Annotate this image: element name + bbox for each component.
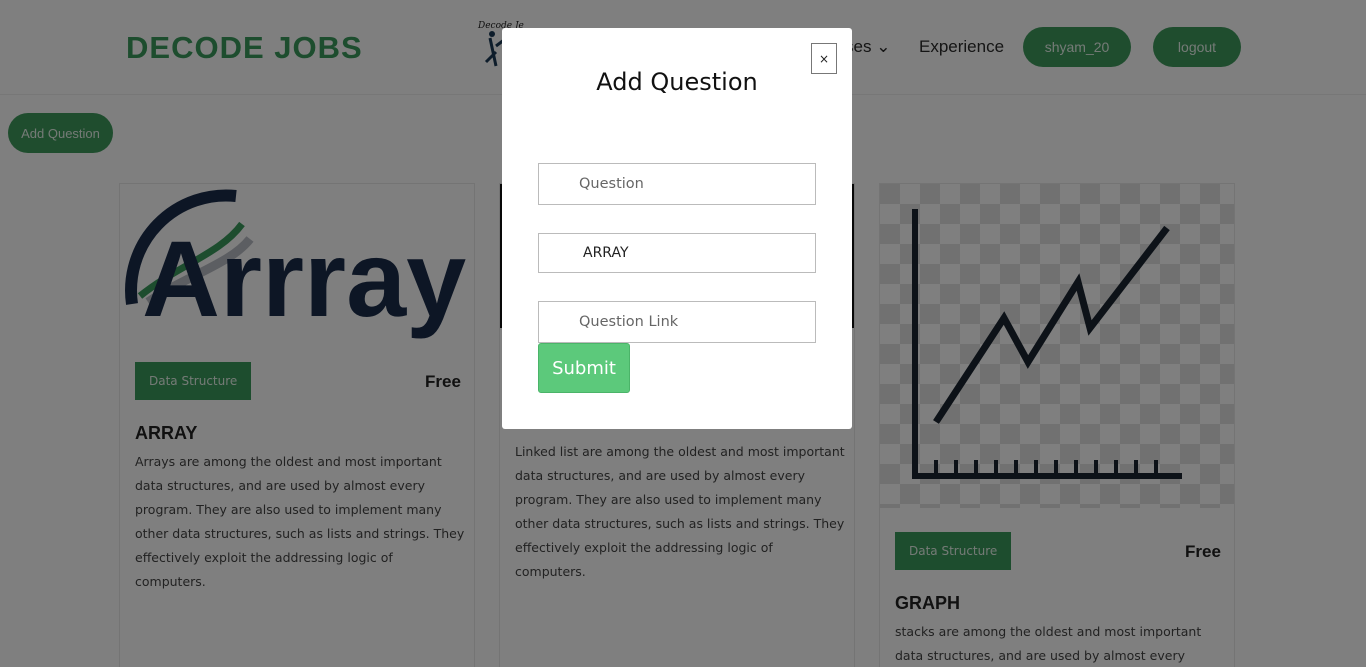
question-link-input[interactable] (538, 301, 816, 343)
add-question-modal: × Add Question Submit (502, 28, 852, 429)
question-input[interactable] (538, 163, 816, 205)
modal-title: Add Question (596, 68, 758, 96)
submit-button[interactable]: Submit (538, 343, 630, 393)
topic-input[interactable] (538, 233, 816, 273)
